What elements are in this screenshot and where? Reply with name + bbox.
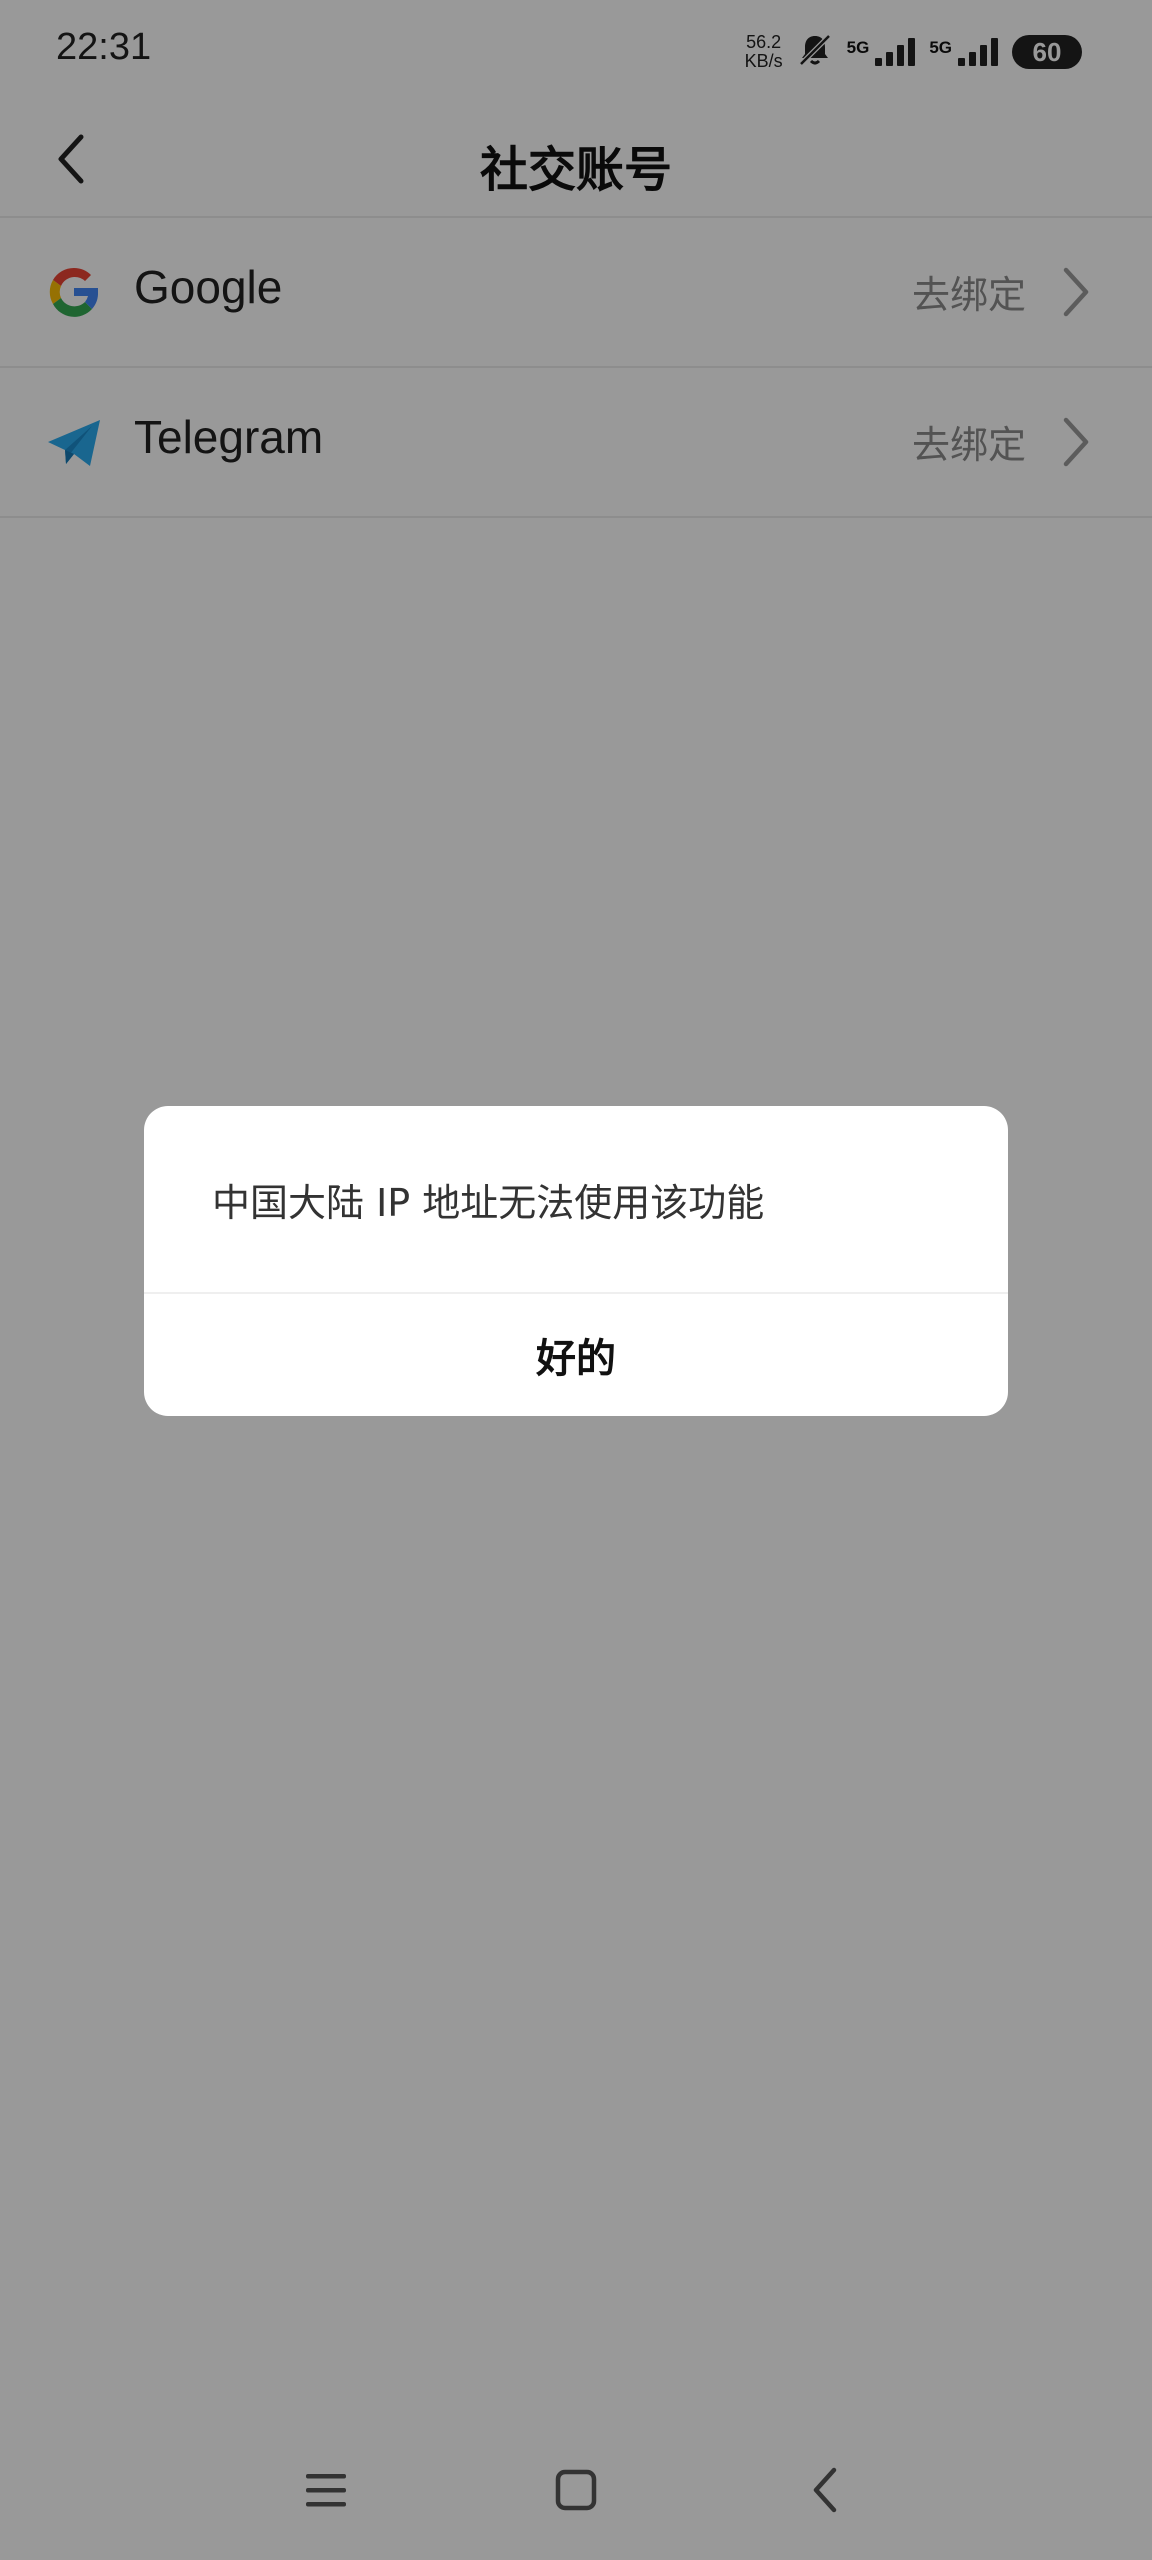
ok-button[interactable]: 好的: [144, 1294, 1008, 1416]
alert-dialog: 中国大陆 IP 地址无法使用该功能 好的: [144, 1106, 1008, 1416]
dialog-message: 中国大陆 IP 地址无法使用该功能: [212, 1181, 765, 1225]
